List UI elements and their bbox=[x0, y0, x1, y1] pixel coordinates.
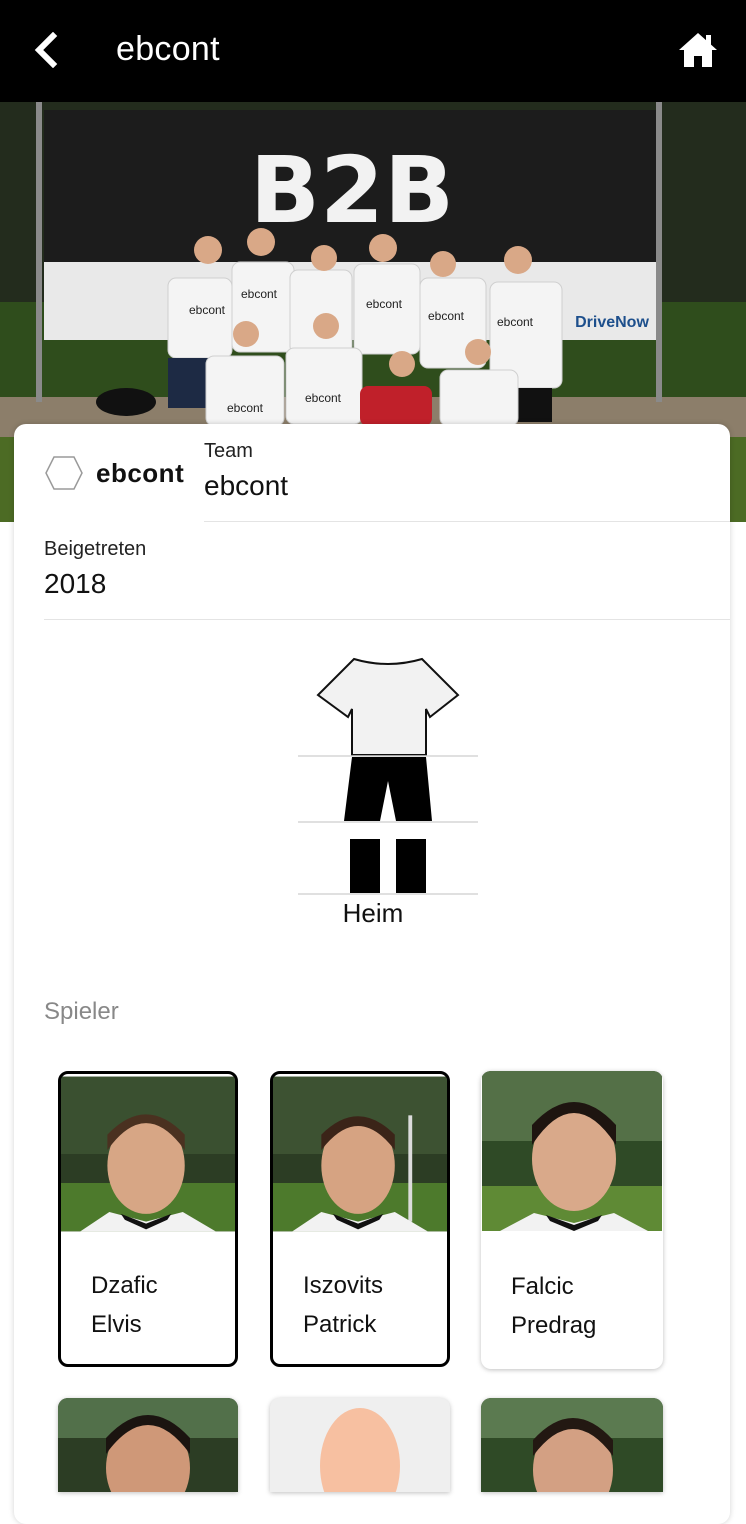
player-first-name: Patrick bbox=[303, 1311, 377, 1338]
chevron-left-icon bbox=[34, 32, 58, 68]
top-app-bar: ebcont bbox=[0, 0, 746, 102]
player-photo bbox=[482, 1071, 662, 1231]
divider bbox=[204, 521, 730, 522]
hexagon-icon bbox=[45, 456, 83, 490]
player-last-name: Falcic bbox=[511, 1273, 574, 1300]
jersey-text: ebcont bbox=[227, 401, 264, 415]
home-button[interactable] bbox=[674, 26, 722, 74]
player-first-name: Elvis bbox=[91, 1311, 142, 1338]
player-card[interactable]: Dzafic Elvis bbox=[58, 1071, 238, 1367]
divider bbox=[44, 619, 730, 620]
home-kit-illustration bbox=[298, 657, 478, 895]
jersey-text: ebcont bbox=[189, 303, 226, 317]
team-logo: ebcont bbox=[44, 455, 184, 491]
jersey-text: ebcont bbox=[241, 287, 278, 301]
player-name: Falcic Predrag bbox=[511, 1267, 596, 1345]
team-label: Team bbox=[204, 440, 253, 462]
sponsor-text: DriveNow bbox=[575, 314, 649, 331]
player-last-name: Dzafic bbox=[91, 1272, 158, 1299]
player-card[interactable] bbox=[270, 1398, 450, 1492]
team-value: ebcont bbox=[204, 470, 289, 501]
player-photo bbox=[481, 1398, 663, 1492]
banner-text: B2B bbox=[250, 137, 454, 244]
right-sock-shape bbox=[396, 839, 426, 893]
team-logo-name: ebcont bbox=[96, 457, 185, 488]
jersey-text: ebcont bbox=[366, 297, 403, 311]
jersey-text: ebcont bbox=[497, 315, 534, 329]
player-photo bbox=[273, 1076, 447, 1232]
player-name: Dzafic Elvis bbox=[91, 1266, 158, 1344]
player-photo bbox=[61, 1076, 235, 1232]
player-card[interactable]: Iszovits Patrick bbox=[270, 1071, 450, 1367]
players-section-title: Spieler bbox=[44, 998, 119, 1025]
player-last-name: Iszovits bbox=[303, 1272, 384, 1299]
jersey-text: ebcont bbox=[428, 309, 465, 323]
player-card[interactable] bbox=[481, 1398, 663, 1492]
player-first-name: Predrag bbox=[511, 1312, 597, 1339]
player-name: Iszovits Patrick bbox=[303, 1266, 383, 1344]
joined-value: 2018 bbox=[44, 568, 107, 599]
player-placeholder-avatar bbox=[270, 1398, 450, 1492]
page-title: ebcont bbox=[116, 30, 220, 68]
joined-label: Beigetreten bbox=[44, 538, 147, 560]
player-card[interactable]: Falcic Predrag bbox=[481, 1071, 663, 1369]
player-card[interactable] bbox=[58, 1398, 238, 1492]
player-photo bbox=[58, 1398, 238, 1492]
shorts-shape bbox=[344, 757, 432, 821]
kit-label: Heim bbox=[342, 898, 404, 928]
jersey-text: ebcont bbox=[305, 391, 342, 405]
home-icon bbox=[679, 33, 717, 67]
left-sock-shape bbox=[350, 839, 380, 893]
back-button[interactable] bbox=[22, 26, 70, 74]
shirt-shape bbox=[316, 657, 460, 756]
